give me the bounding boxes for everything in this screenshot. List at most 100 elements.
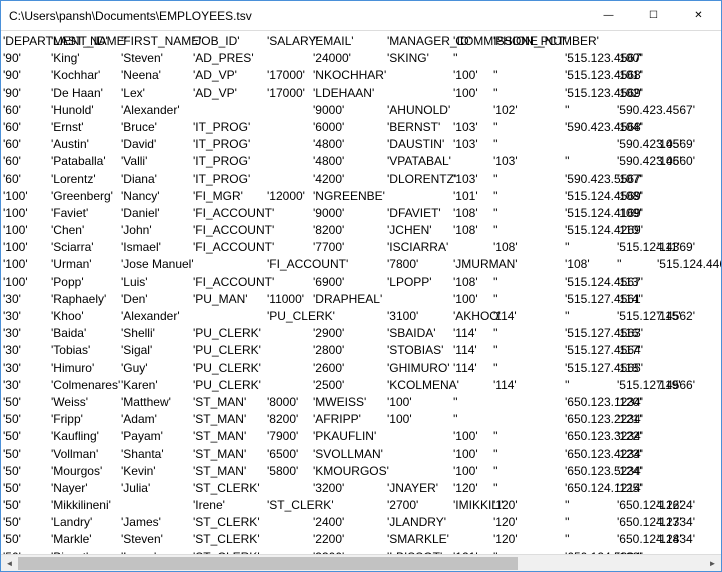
cell: 'JNAYER' xyxy=(387,480,453,497)
cell: 'IT_PROG' xyxy=(193,136,267,153)
table-row[interactable]: '50''Bissot''Laura''ST_CLERK''3300''LBIS… xyxy=(3,549,719,554)
table-row[interactable]: '50''Vollman''Shanta''ST_MAN''6500''SVOL… xyxy=(3,446,719,463)
cell: 'Nancy' xyxy=(121,188,193,205)
table-row[interactable]: '100''Faviet''Daniel''FI_ACCOUNT''9000''… xyxy=(3,205,719,222)
cell: '' xyxy=(565,153,617,170)
table-row[interactable]: '50''Markle''Steven''ST_CLERK''2200''SMA… xyxy=(3,531,719,548)
table-row[interactable]: '60''Pataballa''Valli''IT_PROG''4800''VP… xyxy=(3,153,719,170)
data-grid[interactable]: 'DEPARTMENT_ID''LAST_NAME''FIRST_NAME''J… xyxy=(1,31,721,554)
cell: '' xyxy=(617,256,657,273)
header-row[interactable]: 'DEPARTMENT_ID''LAST_NAME''FIRST_NAME''J… xyxy=(3,33,719,50)
cell: '102' xyxy=(493,102,565,119)
cell: 'ST_CLERK' xyxy=(193,531,267,548)
cell: '' xyxy=(565,308,617,325)
cell: '' xyxy=(493,136,565,153)
cell: '515.127.4563' xyxy=(565,325,617,342)
cell: '515.123.4567' xyxy=(565,50,617,67)
cell: '515.127.4561' xyxy=(565,291,617,308)
scrollbar-thumb[interactable] xyxy=(18,557,518,570)
cell: '590.423.4568' xyxy=(565,119,617,136)
table-row[interactable]: '100''Chen''John''FI_ACCOUNT''8200''JCHE… xyxy=(3,222,719,239)
table-row[interactable]: '100''Popp''Luis''FI_ACCOUNT''6900''LPOP… xyxy=(3,274,719,291)
cell: 'Hunold' xyxy=(51,102,121,119)
table-row[interactable]: '90''Kochhar''Neena''AD_VP''17000''NKOCH… xyxy=(3,67,719,84)
table-row[interactable]: '100''Sciarra''Ismael''FI_ACCOUNT''7700'… xyxy=(3,239,719,256)
cell: 'STOBIAS' xyxy=(387,342,453,359)
scroll-right-button[interactable]: ► xyxy=(704,555,721,572)
table-row[interactable]: '50''Nayer''Julia''ST_CLERK''3200''JNAYE… xyxy=(3,480,719,497)
cell: '50' xyxy=(3,463,51,480)
cell: '' xyxy=(493,274,565,291)
scroll-left-button[interactable]: ◄ xyxy=(1,555,18,572)
cell: '109' xyxy=(617,205,657,222)
cell: '103' xyxy=(453,136,493,153)
cell: '2800' xyxy=(313,342,387,359)
table-row[interactable]: '60''Hunold''Alexander''9000''AHUNOLD''1… xyxy=(3,102,719,119)
cell: '50' xyxy=(3,497,51,514)
table-row[interactable]: '30''Raphaely''Den''PU_MAN''11000''DRAPH… xyxy=(3,291,719,308)
titlebar[interactable]: C:\Users\pansh\Documents\EMPLOYEES.tsv —… xyxy=(1,1,721,31)
cell: '' xyxy=(493,446,565,463)
cell: 'DRAPHEAL' xyxy=(313,291,387,308)
scrollbar-track[interactable] xyxy=(18,555,704,571)
table-row[interactable]: '50''Mikkilineni''Irene''ST_CLERK''2700'… xyxy=(3,497,719,514)
cell: 'Kochhar' xyxy=(51,67,121,84)
horizontal-scrollbar[interactable]: ◄ ► xyxy=(1,554,721,571)
cell: '650.124.1214' xyxy=(565,480,617,497)
table-row[interactable]: '60''Lorentz''Diana''IT_PROG''4200''DLOR… xyxy=(3,171,719,188)
cell: 'Colmenares' xyxy=(51,377,121,394)
cell: '6500' xyxy=(267,446,313,463)
close-button[interactable]: ✕ xyxy=(676,1,721,30)
cell: 'James' xyxy=(121,514,193,531)
table-row[interactable]: '50''Mourgos''Kevin''ST_MAN''5800''KMOUR… xyxy=(3,463,719,480)
cell: '9000' xyxy=(313,102,387,119)
cell: '' xyxy=(565,102,617,119)
cell: '' xyxy=(565,514,617,531)
table-row[interactable]: '60''Austin''David''IT_PROG''4800''DAUST… xyxy=(3,136,719,153)
cell: '2200' xyxy=(313,531,387,548)
table-row[interactable]: '50''Fripp''Adam''ST_MAN''8200''AFRIPP''… xyxy=(3,411,719,428)
table-row[interactable]: '30''Tobias''Sigal''PU_CLERK''2800''STOB… xyxy=(3,342,719,359)
table-row[interactable]: '50''Kaufling''Payam''ST_MAN''7900''PKAU… xyxy=(3,428,719,445)
cell: '' xyxy=(565,239,617,256)
cell: 'AD_PRES' xyxy=(193,50,267,67)
cell: 'AFRIPP' xyxy=(313,411,387,428)
cell: 'PKAUFLIN' xyxy=(313,428,387,445)
table-row[interactable]: '30''Baida''Shelli''PU_CLERK''2900''SBAI… xyxy=(3,325,719,342)
column-header: 'FIRST_NAME' xyxy=(121,33,193,50)
cell: '3300' xyxy=(313,549,387,554)
cell: '106' xyxy=(657,153,721,170)
cell: '9000' xyxy=(313,205,387,222)
table-row[interactable]: '100''Greenberg''Nancy''FI_MGR''12000''N… xyxy=(3,188,719,205)
cell: 'ST_CLERK' xyxy=(193,514,267,531)
cell: '' xyxy=(493,222,565,239)
cell: 'Lorentz' xyxy=(51,171,121,188)
cell: 'IT_PROG' xyxy=(193,153,267,170)
minimize-button[interactable]: — xyxy=(586,1,631,30)
cell: 'PU_CLERK' xyxy=(267,308,313,325)
table-row[interactable]: '30''Himuro''Guy''PU_CLERK''2600''GHIMUR… xyxy=(3,360,719,377)
table-row[interactable]: '50''Landry''James''ST_CLERK''2400''JLAN… xyxy=(3,514,719,531)
maximize-button[interactable]: ☐ xyxy=(631,1,676,30)
cell: 'LDEHAAN' xyxy=(313,85,387,102)
table-row[interactable]: '50''Weiss''Matthew''ST_MAN''8000''MWEIS… xyxy=(3,394,719,411)
cell: '515.127.4564' xyxy=(565,342,617,359)
table-row[interactable]: '100''Urman''Jose Manuel''FI_ACCOUNT''78… xyxy=(3,256,719,273)
cell: 'NKOCHHAR' xyxy=(313,67,387,84)
table-row[interactable]: '90''King''Steven''AD_PRES''24000''SKING… xyxy=(3,50,719,67)
cell: 'PU_MAN' xyxy=(193,291,267,308)
cell: 'AD_VP' xyxy=(193,85,267,102)
cell: 'FI_ACCOUNT' xyxy=(193,274,267,291)
table-row[interactable]: '60''Ernst''Bruce''IT_PROG''6000''BERNST… xyxy=(3,119,719,136)
table-row[interactable]: '90''De Haan''Lex''AD_VP''17000''LDEHAAN… xyxy=(3,85,719,102)
cell: 'FI_ACCOUNT' xyxy=(193,222,267,239)
cell: '8000' xyxy=(267,394,313,411)
cell: 'KMOURGOS' xyxy=(313,463,387,480)
table-row[interactable]: '30''Colmenares''Karen''PU_CLERK''2500''… xyxy=(3,377,719,394)
cell: '650.123.1234' xyxy=(565,394,617,411)
cell: 'Vollman' xyxy=(51,446,121,463)
cell: 'FI_ACCOUNT' xyxy=(193,239,267,256)
cell: '6000' xyxy=(313,119,387,136)
table-row[interactable]: '30''Khoo''Alexander''PU_CLERK''3100''AK… xyxy=(3,308,719,325)
cell: 'Payam' xyxy=(121,428,193,445)
